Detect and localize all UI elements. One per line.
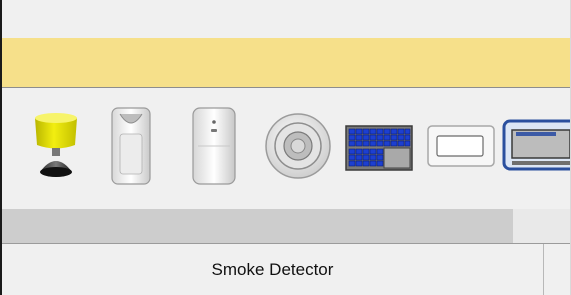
horizontal-scrollbar[interactable]: [2, 209, 570, 243]
selected-device-label: Smoke Detector: [211, 260, 334, 279]
table-lamp-icon[interactable]: [26, 88, 86, 208]
solar-panel-icon[interactable]: [344, 88, 416, 208]
label-separator: [543, 244, 544, 295]
window-icon[interactable]: [502, 88, 570, 208]
motion-sensor-icon[interactable]: [108, 88, 154, 208]
scrollbar-thumb[interactable]: [2, 209, 513, 243]
smoke-detector-icon[interactable]: [264, 88, 332, 208]
category-banner: [2, 38, 570, 88]
device-palette: [2, 88, 570, 208]
device-label-bar: Smoke Detector: [2, 244, 570, 295]
toolbar-area: [2, 0, 570, 39]
light-switch-icon[interactable]: [426, 88, 498, 208]
wall-sensor-icon[interactable]: [188, 88, 240, 208]
